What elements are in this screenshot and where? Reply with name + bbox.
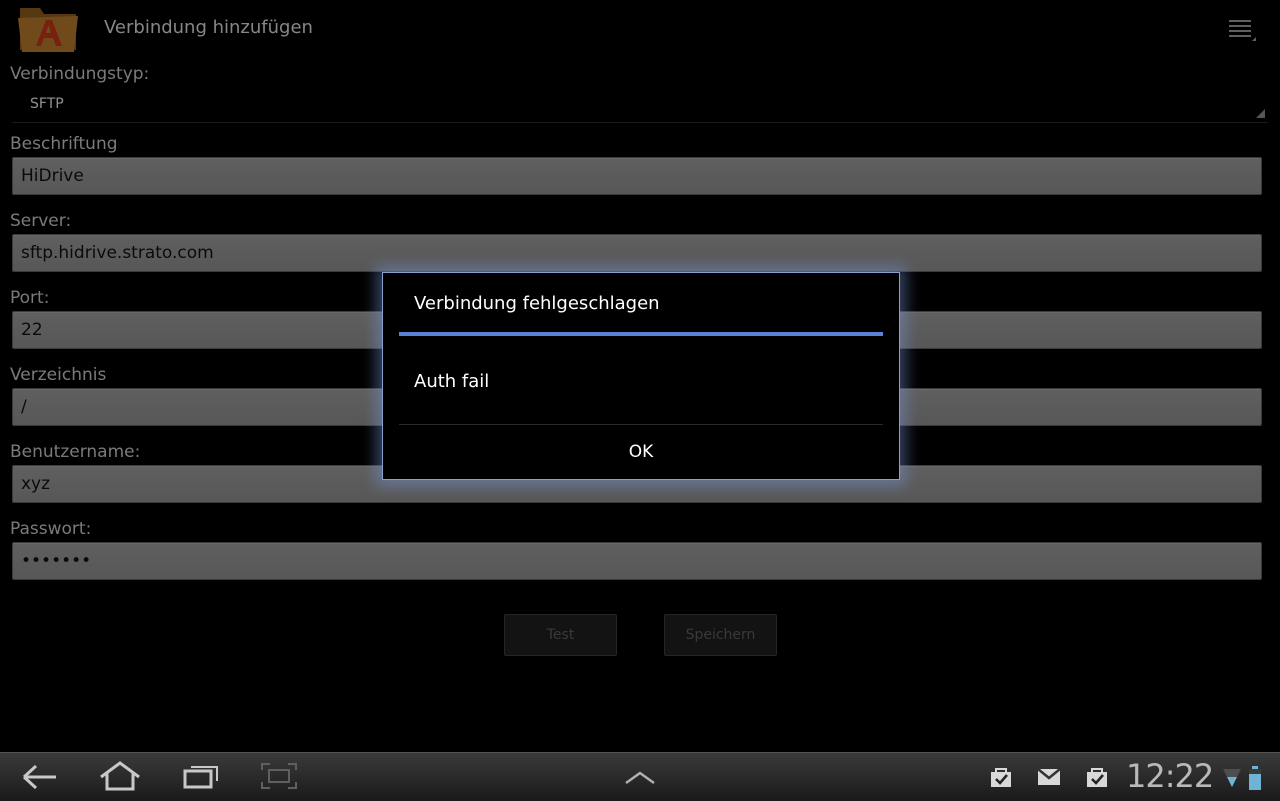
app-screen: Verbindung hinzufügen Verbindungstyp: SF…: [0, 0, 1280, 752]
chevron-up-icon[interactable]: [622, 765, 658, 793]
ok-button[interactable]: OK: [399, 425, 883, 479]
dialog-title: Verbindung fehlgeschlagen: [414, 293, 660, 314]
shopping-bag-icon[interactable]: [988, 765, 1014, 793]
system-bar: 12:22: [0, 752, 1280, 801]
gmail-icon[interactable]: [1036, 767, 1062, 791]
home-icon[interactable]: [97, 759, 143, 797]
clock: 12:22: [1126, 757, 1214, 795]
download-done-icon[interactable]: [1084, 765, 1110, 793]
back-icon[interactable]: [20, 761, 62, 797]
dialog-message: Auth fail: [414, 371, 490, 392]
recent-apps-icon[interactable]: [181, 761, 221, 795]
wifi-icon: [1222, 767, 1242, 793]
error-dialog: Verbindung fehlgeschlagen Auth fail OK: [382, 272, 900, 480]
battery-icon: [1248, 765, 1262, 795]
screenshot-icon[interactable]: [259, 761, 299, 795]
dialog-title-divider: [399, 332, 883, 336]
